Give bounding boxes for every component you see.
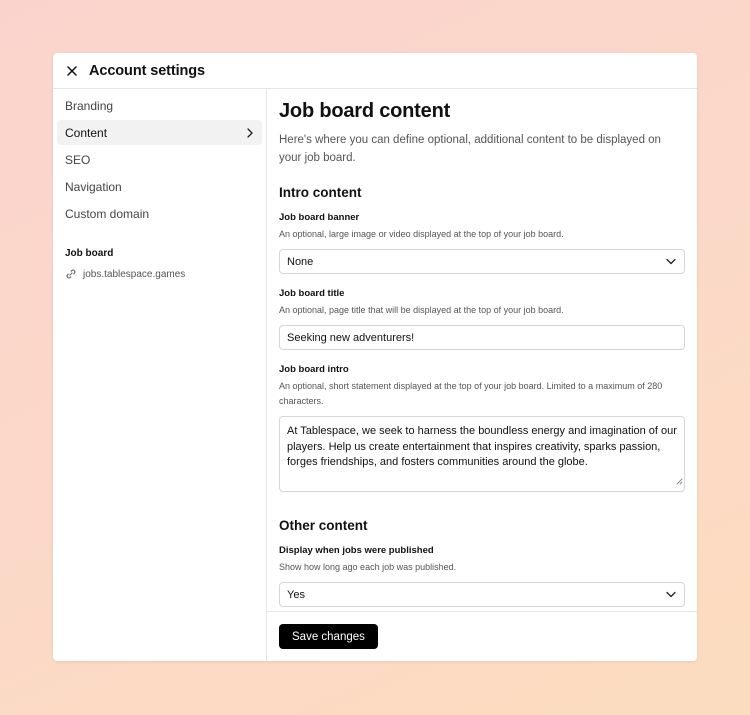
- chevron-down-icon: [666, 256, 676, 268]
- sidebar-item-branding[interactable]: Branding: [57, 93, 262, 118]
- other-content-heading: Other content: [279, 518, 368, 533]
- job-board-section: Job board jobs.tablespace.games: [57, 248, 262, 280]
- field-label: Display when jobs were published: [279, 545, 434, 556]
- field-label: Job board intro: [279, 364, 349, 375]
- resize-handle-icon[interactable]: [676, 475, 683, 491]
- sidebar-item-label: Navigation: [65, 179, 122, 194]
- job-board-banner-field: Job board banner An optional, large imag…: [279, 212, 685, 274]
- account-settings-window: Account settings Branding Content SEO Na…: [53, 53, 697, 661]
- select-value: None: [287, 255, 314, 268]
- window-titlebar: Account settings: [53, 53, 697, 89]
- sidebar-item-label: Content: [65, 125, 108, 140]
- job-board-intro-field: Job board intro An optional, short state…: [279, 364, 685, 492]
- field-help: Show how long ago each job was published…: [279, 562, 457, 572]
- input-value: Seeking new adventurers!: [287, 331, 415, 344]
- job-board-title-field: Job board title An optional, page title …: [279, 288, 685, 350]
- footer-bar: Save changes: [267, 611, 697, 661]
- sidebar-item-content[interactable]: Content: [57, 120, 262, 145]
- select-value: Yes: [287, 588, 305, 601]
- window-title: Account settings: [89, 62, 206, 79]
- intro-content-heading: Intro content: [279, 185, 362, 200]
- sidebar-item-label: SEO: [65, 152, 91, 167]
- field-help: An optional, page title that will be dis…: [279, 305, 564, 315]
- page-description: Here's where you can define optional, ad…: [279, 134, 661, 164]
- sidebar-item-navigation[interactable]: Navigation: [57, 174, 262, 199]
- sidebar-item-label: Custom domain: [65, 206, 150, 221]
- chevron-down-icon: [666, 589, 676, 601]
- job-board-link[interactable]: jobs.tablespace.games: [65, 268, 254, 280]
- job-board-url: jobs.tablespace.games: [83, 268, 186, 280]
- sidebar: Branding Content SEO Navigation Custom d…: [53, 89, 267, 661]
- chevron-right-icon: [246, 127, 254, 138]
- sidebar-item-seo[interactable]: SEO: [57, 147, 262, 172]
- field-label: Job board banner: [279, 212, 360, 223]
- job-board-title-input[interactable]: Seeking new adventurers!: [279, 325, 685, 350]
- job-board-banner-select[interactable]: None: [279, 249, 685, 274]
- job-board-intro-textarea[interactable]: At Tablespace, we seek to harness the bo…: [279, 416, 685, 492]
- content-scroll-area[interactable]: Job board content Here's where you can d…: [267, 89, 697, 612]
- field-help: An optional, large image or video displa…: [279, 229, 564, 239]
- job-board-heading: Job board: [65, 248, 114, 259]
- display-published-select[interactable]: Yes: [279, 582, 685, 607]
- save-changes-button[interactable]: Save changes: [279, 624, 378, 649]
- sidebar-item-custom-domain[interactable]: Custom domain: [57, 201, 262, 226]
- close-icon[interactable]: [65, 64, 79, 78]
- page-title: Job board content: [279, 100, 451, 122]
- field-label: Job board title: [279, 288, 345, 299]
- sidebar-item-label: Branding: [65, 98, 114, 113]
- display-published-field: Display when jobs were published Show ho…: [279, 545, 685, 607]
- link-icon: [65, 268, 77, 280]
- main-panel: Job board content Here's where you can d…: [267, 89, 697, 661]
- textarea-value: At Tablespace, we seek to harness the bo…: [287, 425, 677, 468]
- field-help: An optional, short statement displayed a…: [279, 381, 663, 406]
